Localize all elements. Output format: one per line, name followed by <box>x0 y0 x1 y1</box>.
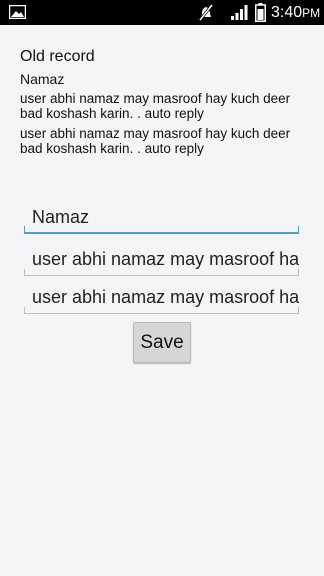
message-1-input[interactable]: user abhi namaz may masroof hay kuch dee… <box>24 244 299 276</box>
gallery-icon <box>9 5 26 19</box>
main-content: Old record Namaz user abhi namaz may mas… <box>0 25 324 576</box>
signal-icon <box>231 5 248 20</box>
status-bar: 3:40PM <box>0 0 324 25</box>
status-time-digits: 3:40 <box>271 4 303 21</box>
old-record-name: Namaz <box>20 71 65 87</box>
status-time: 3:40PM <box>271 3 320 23</box>
mute-icon <box>199 4 213 21</box>
battery-icon <box>255 3 266 22</box>
old-record-message-1: user abhi namaz may masroof hay kuch dee… <box>20 91 291 121</box>
status-time-ampm: PM <box>302 6 321 20</box>
old-record-title: Old record <box>20 48 95 65</box>
message-2-input[interactable]: user abhi namaz may masroof hay kuch dee… <box>24 282 299 314</box>
name-input[interactable]: Namaz <box>24 202 299 234</box>
save-button[interactable]: Save <box>133 322 191 363</box>
old-record-message-2: user abhi namaz may masroof hay kuch dee… <box>20 126 291 156</box>
